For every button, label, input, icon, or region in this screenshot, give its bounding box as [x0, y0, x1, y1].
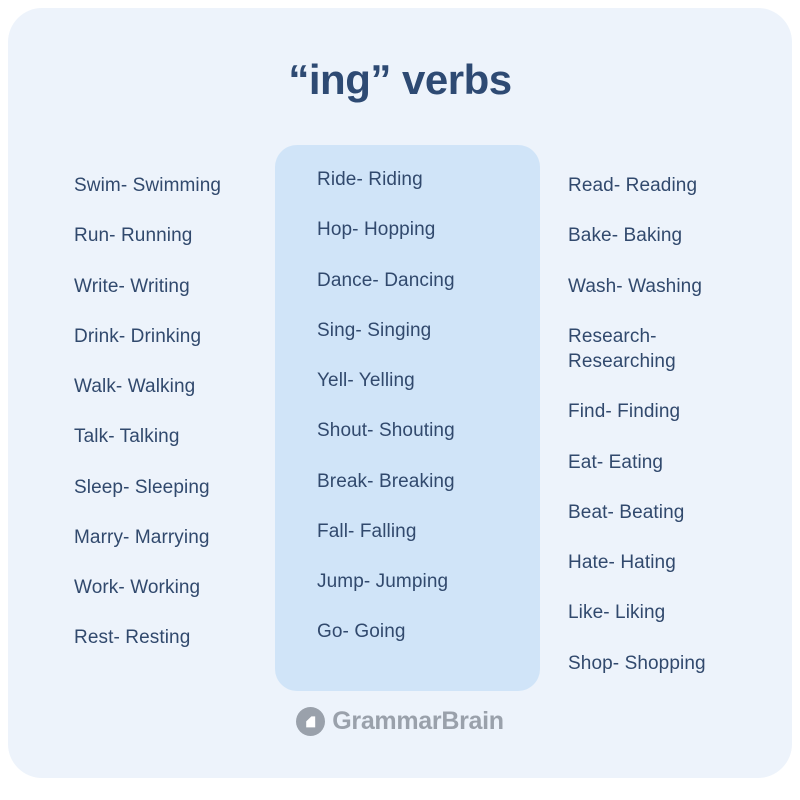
verb-list-item: Beat- Beating	[568, 501, 685, 523]
grammarbrain-home-icon	[296, 707, 326, 736]
footer-branding: GrammarBrain	[8, 707, 792, 736]
page-title: “ing” verbs	[288, 56, 512, 103]
verb-list-item: Eat- Eating	[568, 451, 664, 473]
verb-columns: Swim- Swimming Run- Running Write- Writi…	[8, 145, 792, 701]
verb-list-item: Shop- Shopping	[568, 652, 706, 674]
brand-name: GrammarBrain	[332, 707, 504, 735]
verb-list-item: Write- Writing	[74, 275, 190, 297]
verb-list-item: Break- Breaking	[317, 470, 455, 492]
verb-list-item: Sing- Singing	[317, 319, 432, 341]
verb-list-item: Go- Going	[317, 621, 406, 643]
verb-list-item: Jump- Jumping	[317, 571, 449, 593]
verb-column-left: Swim- Swimming Run- Running Write- Writi…	[74, 145, 269, 676]
verb-list-item: Talk- Talking	[74, 426, 180, 448]
verb-list-item: Research- Researching	[568, 325, 676, 373]
verb-list-item: Drink- Drinking	[74, 325, 202, 347]
verb-list-item: Rest- Resting	[74, 627, 191, 649]
verb-list-item: Marry- Marrying	[74, 526, 210, 548]
verb-list-item: Find- Finding	[568, 401, 681, 423]
verb-list-item: Swim- Swimming	[74, 175, 222, 196]
verb-list-item: Like- Liking	[568, 602, 666, 624]
verb-list-item: Read- Reading	[568, 175, 698, 196]
verb-column-right: Read- Reading Bake- Baking Wash- Washing…	[568, 145, 768, 701]
verb-list-item: Run- Running	[74, 225, 193, 247]
verb-list-item: Wash- Washing	[568, 275, 702, 297]
verb-list-item: Work- Working	[74, 577, 201, 599]
verb-list-item: Ride- Riding	[317, 169, 423, 190]
verb-list-item: Bake- Baking	[568, 225, 683, 247]
verb-list-item: Fall- Falling	[317, 520, 417, 542]
verb-list-item: Hop- Hopping	[317, 219, 436, 241]
verb-list-item: Shout- Shouting	[317, 420, 455, 442]
verb-column-middle-highlighted: Ride- Riding Hop- Hopping Dance- Dancing…	[275, 145, 540, 691]
verb-list-item: Yell- Yelling	[317, 370, 415, 392]
verb-list-item: Sleep- Sleeping	[74, 476, 210, 498]
content-card: “ing” verbs Swim- Swimming Run- Running …	[8, 8, 792, 778]
verb-list-item: Hate- Hating	[568, 552, 676, 574]
verb-list-item: Walk- Walking	[74, 376, 196, 398]
verb-list-item: Dance- Dancing	[317, 269, 455, 291]
